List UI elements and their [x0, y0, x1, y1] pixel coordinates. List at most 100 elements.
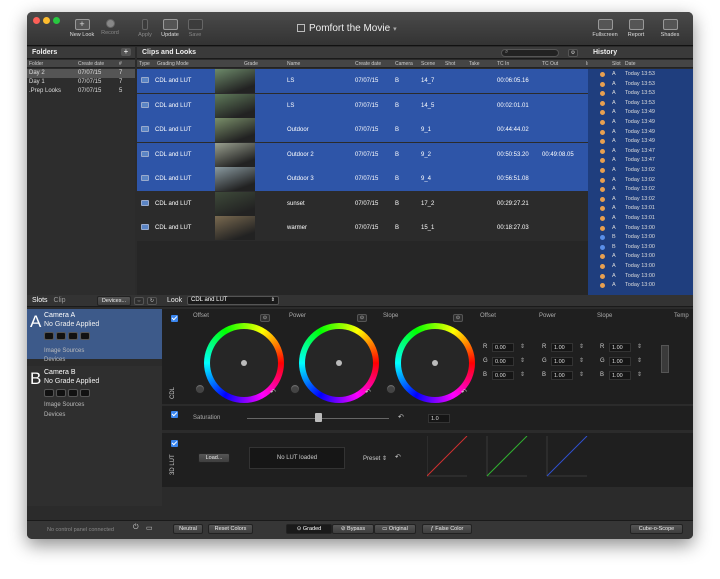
stepper-icon[interactable]: ⇕	[637, 371, 642, 378]
history-row[interactable]: A Today 13:49	[588, 128, 693, 137]
slot-fx-icon[interactable]	[80, 389, 90, 397]
clips-col-6[interactable]: Scene	[421, 60, 435, 68]
history-row[interactable]: A Today 13:47	[588, 156, 693, 165]
history-row[interactable]: A Today 13:00	[588, 281, 693, 290]
power-wheel-handle[interactable]	[336, 360, 342, 366]
offset-wheel-handle[interactable]	[241, 360, 247, 366]
devices-button[interactable]: Devices...	[97, 296, 131, 306]
saturation-enable-checkbox[interactable]	[171, 411, 178, 418]
camera-image-sources[interactable]: Image Sources	[44, 348, 84, 354]
history-row[interactable]: A Today 13:49	[588, 118, 693, 127]
saturation-slider-thumb[interactable]	[315, 413, 322, 422]
clip-row[interactable]: CDL and LUT Outdoor 07/07/15 B 9_1 00:44:44.0…	[137, 118, 588, 142]
report-button[interactable]: Report	[621, 19, 651, 38]
clips-col-8[interactable]: Take	[469, 60, 480, 68]
power-r-field[interactable]: 1.00	[551, 343, 573, 352]
offset-master-knob[interactable]	[195, 384, 205, 394]
neutral-button[interactable]: Neutral	[173, 524, 203, 534]
history-row[interactable]: A Today 13:53	[588, 80, 693, 89]
slope-b-field[interactable]: 1.00	[609, 371, 631, 380]
slot-ring-icon[interactable]	[44, 332, 54, 340]
offset-r-field[interactable]: 0.00	[492, 343, 514, 352]
original-button[interactable]: ▭ Original	[374, 524, 416, 534]
history-row[interactable]: A Today 13:47	[588, 147, 693, 156]
history-row[interactable]: A Today 13:00	[588, 272, 693, 281]
power-reset-icon[interactable]: ↶	[365, 388, 371, 396]
stepper-icon[interactable]: ⇕	[579, 371, 584, 378]
clips-col-5[interactable]: Camera	[395, 60, 413, 68]
slope-mode-button[interactable]: ⊙	[453, 314, 463, 322]
camera-devices[interactable]: Devices	[44, 412, 65, 418]
slot-no-icon[interactable]	[56, 389, 66, 397]
slot-fx-icon[interactable]	[80, 332, 90, 340]
cdl-enable-checkbox[interactable]	[171, 315, 178, 322]
save-button[interactable]: Save	[180, 19, 210, 38]
folder-row[interactable]: Day 2 07/07/15 7	[27, 69, 135, 78]
link-button[interactable]: ⇔	[134, 297, 144, 305]
slot-video-icon[interactable]	[68, 332, 78, 340]
slope-reset-icon[interactable]: ↶	[461, 388, 467, 396]
col-create-date[interactable]: Create date	[78, 60, 104, 68]
clips-col-1[interactable]: Grading Mode	[157, 60, 189, 68]
history-row[interactable]: A Today 13:02	[588, 185, 693, 194]
new-look-button[interactable]: + New Look	[67, 19, 97, 38]
tab-clip[interactable]: Clip	[54, 297, 66, 304]
clips-col-4[interactable]: Create date	[355, 60, 381, 68]
stepper-icon[interactable]: ⇕	[637, 357, 642, 364]
clip-row[interactable]: CDL and LUT warmer 07/07/15 B 15_1 00:18:27.0…	[137, 216, 588, 240]
load-lut-button[interactable]: Load...	[198, 453, 230, 463]
offset-b-field[interactable]: 0.00	[492, 371, 514, 380]
stepper-icon[interactable]: ⇕	[579, 343, 584, 350]
look-mode-select[interactable]: CDL and LUT ⇕	[187, 296, 279, 305]
add-folder-button[interactable]: +	[121, 48, 131, 56]
power-b-field[interactable]: 1.00	[551, 371, 573, 380]
history-row[interactable]: A Today 13:53	[588, 99, 693, 108]
minimize-window-button[interactable]	[43, 17, 50, 24]
stepper-icon[interactable]: ⇕	[520, 343, 525, 350]
folder-row[interactable]: .Prep Looks 07/07/15 5	[27, 87, 135, 96]
power-g-field[interactable]: 1.00	[551, 357, 573, 366]
history-row[interactable]: A Today 13:49	[588, 137, 693, 146]
clips-col-10[interactable]: TC Out	[542, 60, 558, 68]
clips-col-9[interactable]: TC In	[497, 60, 509, 68]
lut-reset-icon[interactable]: ↶	[395, 453, 401, 461]
history-row[interactable]: A Today 13:02	[588, 166, 693, 175]
history-row[interactable]: A Today 13:00	[588, 224, 693, 233]
stepper-icon[interactable]: ⇕	[520, 371, 525, 378]
shades-button[interactable]: Shades	[655, 19, 685, 38]
slope-master-knob[interactable]	[386, 384, 396, 394]
history-row[interactable]: A Today 13:53	[588, 89, 693, 98]
offset-g-field[interactable]: 0.00	[492, 357, 514, 366]
bypass-button[interactable]: ⊘ Bypass	[332, 524, 374, 534]
power-mode-button[interactable]: ⊙	[357, 314, 367, 322]
clips-col-7[interactable]: Shot	[445, 60, 455, 68]
close-window-button[interactable]	[33, 17, 40, 24]
slot-no-icon[interactable]	[56, 332, 66, 340]
panel-icon[interactable]: ▭	[146, 524, 153, 532]
history-row[interactable]: A Today 13:01	[588, 204, 693, 213]
clip-row[interactable]: CDL and LUT Outdoor 2 07/07/15 B 9_2 00:50:53…	[137, 142, 588, 167]
clip-row[interactable]: CDL and LUT LS 07/07/15 B 14_7 00:06:05.16	[137, 69, 588, 93]
lut-enable-checkbox[interactable]	[171, 440, 178, 447]
col-count[interactable]: #	[119, 60, 122, 68]
slot-video-icon[interactable]	[68, 389, 78, 397]
history-row[interactable]: A Today 13:00	[588, 262, 693, 271]
folder-row[interactable]: Day 1 07/07/15 7	[27, 78, 135, 87]
offset-reset-icon[interactable]: ↶	[270, 388, 276, 396]
fullscreen-button[interactable]: Fullscreen	[590, 19, 620, 38]
clip-row[interactable]: CDL and LUT LS 07/07/15 B 14_5 00:02:01.01	[137, 93, 588, 118]
clips-col-2[interactable]: Grade	[244, 60, 258, 68]
camera-slot[interactable]: A Camera A No Grade Applied Image Sources De…	[27, 309, 162, 363]
history-row[interactable]: B Today 13:00	[588, 243, 693, 252]
saturation-reset-icon[interactable]: ↶	[398, 413, 404, 421]
refresh-button[interactable]: ↻	[147, 297, 157, 305]
preset-select[interactable]: Preset ⇕	[363, 455, 387, 462]
stepper-icon[interactable]: ⇕	[520, 357, 525, 364]
col-folder[interactable]: Folder	[29, 60, 43, 68]
tab-slots[interactable]: Slots	[32, 297, 48, 304]
history-row[interactable]: A Today 13:02	[588, 195, 693, 204]
clips-search-field[interactable]: ⌕	[501, 49, 559, 57]
graded-button[interactable]: ⊙ Graded	[286, 524, 332, 534]
slope-g-field[interactable]: 1.00	[609, 357, 631, 366]
slot-ring-icon[interactable]	[44, 389, 54, 397]
